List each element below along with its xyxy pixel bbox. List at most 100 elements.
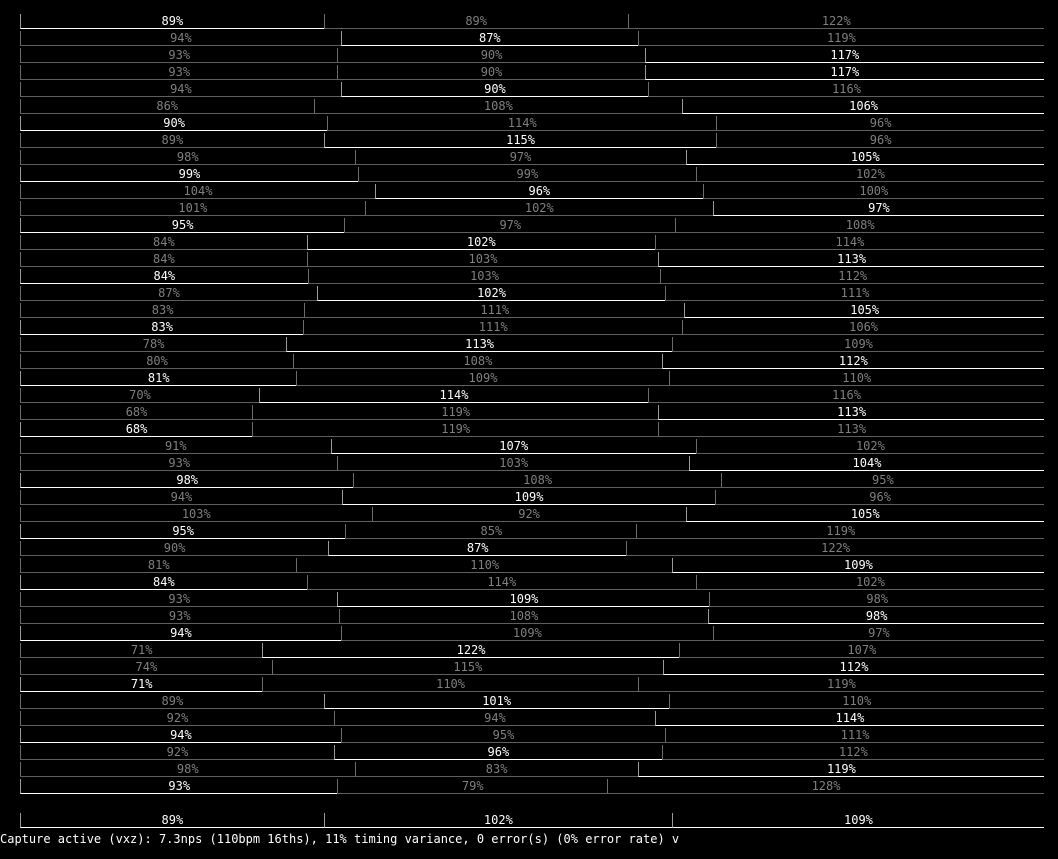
timing-segment: 90% [340, 82, 649, 97]
timing-segment: 109% [296, 371, 669, 386]
timing-segment: 111% [304, 303, 685, 318]
timing-row: 84% 102% 114% [0, 235, 1058, 252]
timing-segment: 110% [668, 371, 1044, 386]
segment-percentage: 109% [844, 813, 873, 827]
timing-segment: 111% [303, 320, 683, 335]
segment-percentage: 103% [499, 456, 529, 470]
timing-segment: 98% [708, 609, 1044, 624]
segment-percentage: 93% [168, 48, 191, 62]
timing-row: 74% 115% 112% [0, 660, 1058, 677]
segment-percentage: 97% [868, 626, 890, 640]
timing-segment: 114% [327, 116, 717, 131]
timing-row: 68% 119% 113% [0, 405, 1058, 422]
timing-segment: 119% [252, 422, 659, 437]
timing-row: 92% 94% 114% [0, 711, 1058, 728]
timing-segment: 90% [20, 116, 328, 131]
timing-row: 71% 122% 107% [0, 643, 1058, 660]
timing-segment: 112% [660, 269, 1044, 284]
segment-percentage: 94% [484, 711, 506, 725]
segment-percentage: 86% [156, 99, 179, 113]
segment-percentage: 87% [158, 286, 180, 300]
timing-segment: 108% [293, 354, 662, 369]
segment-percentage: 103% [470, 269, 499, 283]
timing-segment: 84% [20, 235, 307, 250]
timing-segment: 95% [20, 524, 346, 539]
timing-segment: 113% [658, 405, 1044, 420]
segment-percentage: 109% [512, 626, 542, 640]
timing-row: 91% 107% 102% [0, 439, 1058, 456]
timing-segment: 95% [20, 218, 345, 233]
timing-row: 92% 96% 112% [0, 745, 1058, 762]
segment-percentage: 108% [523, 473, 553, 487]
segment-percentage: 110% [436, 677, 466, 691]
timing-segment: 102% [695, 439, 1044, 454]
segment-percentage: 115% [506, 133, 535, 147]
timing-row: 71% 110% 119% [0, 677, 1058, 694]
segment-percentage: 107% [847, 643, 877, 657]
segment-percentage: 112% [838, 745, 868, 759]
timing-segment: 119% [637, 762, 1044, 777]
timing-segment: 114% [654, 235, 1044, 250]
timing-row: 89% 115% 96% [0, 133, 1058, 150]
timing-row: 90% 87% 122% [0, 541, 1058, 558]
timing-row: 81% 110% 109% [0, 558, 1058, 575]
segment-percentage: 108% [463, 354, 493, 368]
timing-segment: 102% [695, 575, 1044, 590]
timing-row: 104% 96% 100% [0, 184, 1058, 201]
timing-row: 98% 97% 105% [0, 150, 1058, 167]
segment-percentage: 93% [168, 609, 191, 623]
timing-segment: 81% [20, 558, 297, 573]
segment-percentage: 110% [470, 558, 500, 572]
segment-percentage: 79% [461, 779, 484, 793]
segment-percentage: 94% [170, 31, 192, 45]
timing-segment: 89% [20, 813, 324, 828]
timing-row: 94% 90% 116% [0, 82, 1058, 99]
timing-segment: 83% [354, 762, 638, 777]
timing-segment: 102% [306, 235, 655, 250]
segment-percentage: 112% [839, 660, 869, 674]
segment-percentage: 92% [166, 745, 189, 759]
timing-segment: 116% [648, 82, 1044, 97]
timing-segment: 99% [20, 167, 358, 182]
timing-segment: 112% [661, 354, 1044, 369]
segment-percentage: 95% [872, 473, 894, 487]
segment-percentage: 109% [844, 337, 873, 351]
timing-segment: 97% [344, 218, 676, 233]
timing-row: 94% 87% 119% [0, 31, 1058, 48]
segment-percentage: 119% [826, 762, 856, 776]
segment-percentage: 115% [453, 660, 483, 674]
timing-row: 80% 108% 112% [0, 354, 1058, 371]
timing-segment: 95% [340, 728, 666, 743]
timing-segment: 105% [685, 150, 1044, 165]
segment-percentage: 112% [838, 354, 868, 368]
timing-segment: 122% [626, 541, 1044, 556]
timing-row: 93% 79% 128% [0, 779, 1058, 796]
segment-percentage: 104% [852, 456, 882, 470]
timing-segment: 114% [654, 711, 1044, 726]
segment-percentage: 114% [439, 388, 469, 402]
summary-row: 89% 102% 109% [0, 813, 1058, 830]
timing-segment: 109% [671, 558, 1044, 573]
timing-segment: 90% [337, 48, 645, 63]
timing-segment: 93% [20, 592, 338, 607]
timing-segment: 96% [374, 184, 703, 199]
segment-percentage: 84% [153, 575, 175, 589]
timing-segment: 87% [20, 286, 317, 301]
timing-segment: 116% [648, 388, 1044, 403]
timing-segment: 109% [340, 626, 713, 641]
timing-row: 94% 109% 97% [0, 626, 1058, 643]
segment-percentage: 105% [850, 507, 880, 521]
segment-percentage: 98% [866, 592, 889, 606]
timing-segment: 112% [661, 745, 1044, 760]
segment-percentage: 113% [837, 405, 867, 419]
timing-row: 93% 103% 104% [0, 456, 1058, 473]
timing-segment: 102% [316, 286, 666, 301]
timing-segment: 93% [20, 779, 338, 794]
timing-segment: 98% [20, 473, 354, 488]
timing-segment: 89% [20, 14, 324, 29]
timing-row: 84% 103% 113% [0, 252, 1058, 269]
timing-segment: 108% [313, 99, 683, 114]
timing-segment: 94% [20, 728, 341, 743]
timing-segment: 110% [668, 694, 1044, 709]
segment-percentage: 102% [524, 201, 554, 215]
